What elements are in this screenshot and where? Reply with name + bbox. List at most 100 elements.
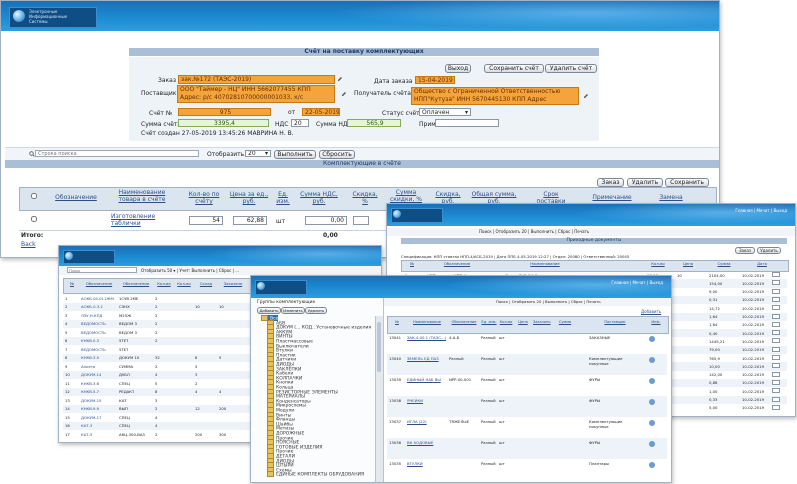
table-column-header[interactable]: Кол-во [155,282,173,286]
sum-field[interactable]: 3395,4 [178,119,269,127]
page-size-select[interactable]: 20 ▾ [245,150,271,157]
row-link[interactable]: ЗАК.4.00.1 (ТАЭС...) [407,335,449,341]
table-column-header[interactable]: № [405,262,419,266]
delete-button[interactable]: Удалить [757,247,781,254]
save-invoice-button[interactable]: Сохранить счёт [484,64,544,73]
row-link[interactable]: АОКБ.00.011ЖМ [81,296,114,301]
date-picker[interactable] [772,379,780,385]
tree-add-button[interactable]: Добавить [257,307,281,314]
edit-supplier-icon[interactable] [341,91,347,97]
table-column-header[interactable]: Склад [195,282,217,286]
date-picker[interactable] [772,296,780,302]
row-link[interactable]: ЯЧЕЙКИ [407,398,449,404]
date-picker[interactable] [772,404,780,410]
row-discount-input[interactable] [353,216,369,225]
row-link[interactable]: Анкета [81,364,95,369]
row-link[interactable]: ЗЕМЕЛЬ ЕД ПАЗ [407,356,449,362]
row-link[interactable]: ЕДИНЫЙ НАБ ВЫ [407,377,449,383]
row-link[interactable]: ЛЗУ.Н.КПД [81,313,102,318]
supplier-field[interactable]: ООО "Таймер - НЦ" ИНН 5662077455 КПП Адре… [177,85,335,103]
date-picker[interactable] [772,313,780,319]
date-picker[interactable] [772,355,780,360]
row-link[interactable]: ДОКУМ-14 [81,372,101,377]
row-link[interactable]: КНКВ.9.9 [81,406,99,411]
row-link[interactable]: ВТУЛКИ [407,461,449,467]
row-name-link[interactable]: Изготовление таблички [111,213,175,227]
date-picker[interactable] [772,346,780,352]
note-field[interactable] [435,119,499,127]
row-checkbox[interactable] [31,216,37,222]
date-picker[interactable] [772,272,780,277]
date-picker[interactable] [772,305,780,311]
top-links[interactable]: Главная | Мечат | Выход [735,208,787,213]
row-link[interactable]: ДОКУМ-17 [81,415,101,420]
date-picker[interactable] [772,396,780,402]
reset-button[interactable]: Сбросить [319,150,355,159]
col-price[interactable]: Цена за ед., руб. [229,191,269,205]
col-vat-sum[interactable]: Сумма НДС, руб. [297,191,341,205]
table-column-header[interactable]: Обозначение [449,320,479,324]
table-column-header[interactable]: Дата [742,262,782,266]
row-link[interactable]: ВЕДОМОСТЬ [81,330,106,335]
scrollbar-thumb[interactable] [377,322,381,372]
table-column-header[interactable]: Наименование [505,262,585,266]
search-input[interactable] [35,150,199,157]
date-picker[interactable] [772,388,780,394]
date-picker[interactable] [772,371,780,377]
col-discount-sum[interactable]: Сумма скидки, % [386,189,426,203]
col-unit[interactable]: Ед. изм. [273,191,293,205]
date-picker[interactable] [772,330,780,336]
info-icon[interactable] [649,399,655,405]
tree-scrollbar[interactable] [375,316,383,482]
col-replace[interactable]: Замена [649,194,693,201]
execute-button[interactable]: Выполнить [274,150,316,159]
vat-sum-field[interactable]: 565,9 [347,119,401,127]
table-column-header[interactable]: Кол-во [647,262,669,266]
delete-invoice-button[interactable]: Удалить счёт [545,64,597,73]
table-column-header[interactable]: Заказано [533,320,551,324]
row-link[interactable]: КАТ-5 [81,432,92,437]
col-discount[interactable]: Скидка, % [349,191,381,205]
info-icon[interactable] [649,357,655,363]
status-select[interactable]: Оплачен ▾ [419,108,471,116]
col-note[interactable]: Примечание [587,194,637,201]
table-column-header[interactable]: Кол-во [175,282,193,286]
date-picker[interactable] [772,288,780,294]
info-icon[interactable] [649,378,655,384]
order-button[interactable]: Заказ [597,178,624,187]
col-name[interactable]: Наименование товара в счёте [109,189,175,203]
row-link[interactable]: КНКВ.0.3 [81,338,99,343]
col-designation[interactable]: Обозначение [53,194,99,201]
info-icon[interactable] [649,462,655,468]
back-link[interactable]: Back [21,241,36,248]
row-link[interactable]: АОКБ.0.3.2 [81,304,103,309]
row-link[interactable]: ДОКУМ-15 [81,398,101,403]
tree-edit-button[interactable]: Изменить [281,307,305,314]
row-link[interactable]: КНКВ.5.7 [81,389,99,394]
table-column-header[interactable]: Кол-во [499,320,513,324]
table-column-header[interactable]: Ед. изм. [481,320,497,324]
table-column-header[interactable]: Инф. [649,320,663,324]
order-button[interactable]: Заказ [735,247,755,254]
tree-delete-button[interactable]: Удалить [305,307,327,314]
info-icon[interactable] [649,336,655,342]
table-column-header[interactable]: № [65,282,79,286]
row-link[interactable]: ИГЛА (22) [407,419,449,425]
table-column-header[interactable]: Наименование [407,320,447,324]
row-vat-input[interactable]: 0,00 [305,216,347,225]
table-column-header[interactable]: Цена [515,320,531,324]
edit-recipient-icon[interactable] [583,93,589,99]
exit-button[interactable]: Выход [445,64,471,73]
row-price-input[interactable]: 62,88 [233,216,267,225]
col-qty[interactable]: Кол-во по счёту [185,191,223,205]
row-link[interactable]: ВК ХОДОВЫЕ [407,440,449,446]
row-link[interactable]: КНКВ.3.6 [81,381,99,386]
row-link[interactable]: КНКВ.3.5 [81,355,99,360]
vat-field[interactable]: 20 [291,119,309,127]
tree-item[interactable]: ЕДИНЫЕ КОМПЛЕКТЫ ОБРУДОВАНИЯ [267,471,364,478]
select-all-checkbox[interactable] [31,193,37,199]
date-picker[interactable] [772,338,780,344]
table-column-header[interactable]: Сумма [709,262,739,266]
table-column-header[interactable]: Цена [677,262,699,266]
order-field[interactable]: зак.№172 (ТАЭС-2019) [178,75,335,84]
